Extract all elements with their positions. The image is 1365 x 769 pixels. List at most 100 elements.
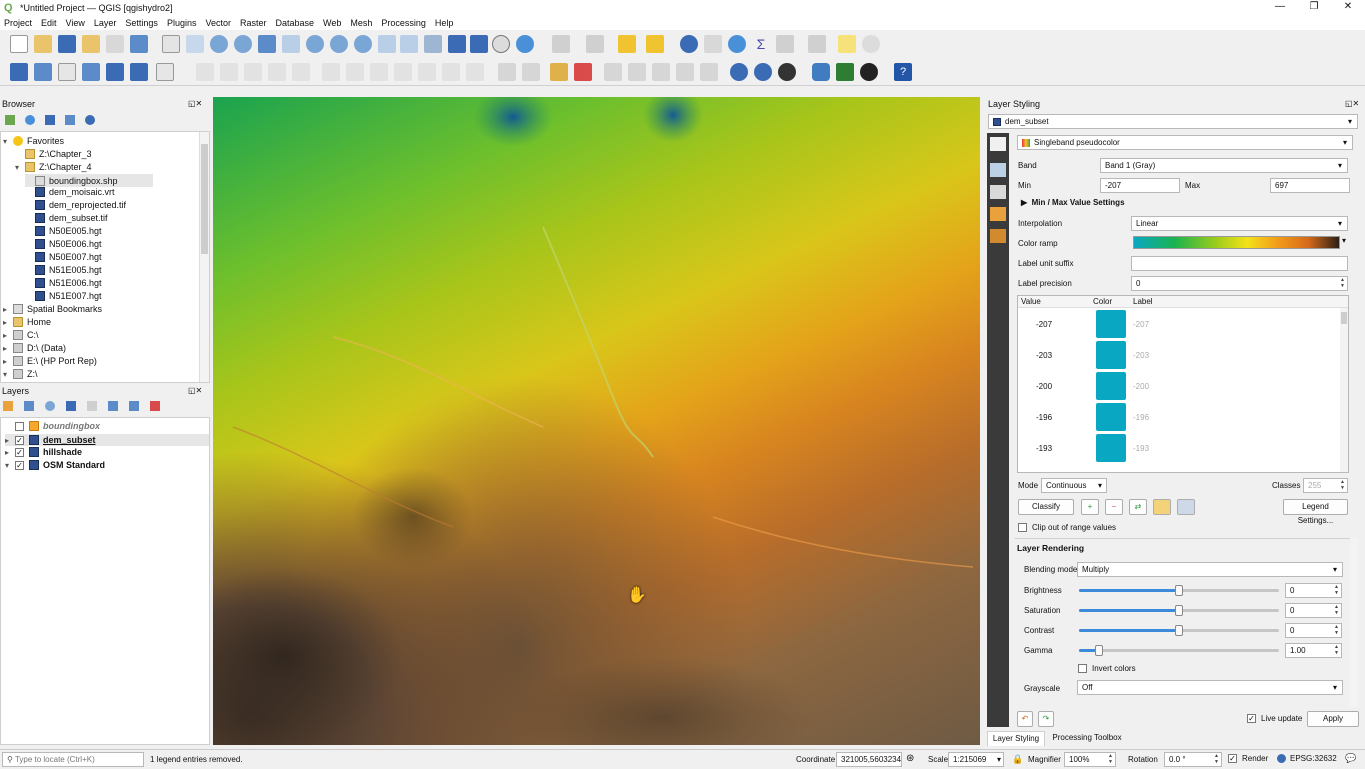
manage-themes-icon[interactable]: [45, 401, 55, 411]
new-temp-layer-icon[interactable]: [106, 63, 124, 81]
crs-button[interactable]: EPSG:32632: [1277, 754, 1337, 763]
filter-expression-icon[interactable]: [87, 401, 97, 411]
zoom-full-icon[interactable]: [258, 35, 276, 53]
add-layer-icon[interactable]: [5, 115, 15, 125]
column-header-color[interactable]: Color: [1093, 297, 1112, 306]
change-label-icon[interactable]: [652, 63, 670, 81]
tab-processing-toolbox[interactable]: Processing Toolbox: [1047, 731, 1127, 746]
measure-icon[interactable]: [808, 35, 826, 53]
vertex-tool-icon[interactable]: [292, 63, 310, 81]
label-tool-icon[interactable]: [498, 63, 516, 81]
openlayers-icon[interactable]: [860, 63, 878, 81]
save-as-icon[interactable]: [82, 35, 100, 53]
refresh-icon[interactable]: [516, 35, 534, 53]
collapse-all-icon[interactable]: [129, 401, 139, 411]
coordinate-field[interactable]: 321005,5603234: [836, 752, 902, 767]
tree-folder[interactable]: ▾ Z:\Chapter_4: [15, 162, 92, 172]
deselect-icon[interactable]: [618, 35, 636, 53]
zoom-layer-icon[interactable]: [306, 35, 324, 53]
grass-icon[interactable]: [836, 63, 854, 81]
diagram-icon[interactable]: [700, 63, 718, 81]
select-features-icon[interactable]: [586, 35, 604, 53]
max-input[interactable]: 697: [1270, 178, 1350, 193]
menu-help[interactable]: Help: [435, 18, 454, 28]
toggle-extents-icon[interactable]: ⊛: [906, 753, 914, 764]
tree-file[interactable]: N51E006.hgt: [25, 278, 102, 288]
clip-checkbox[interactable]: [1018, 523, 1027, 532]
osm-download-icon[interactable]: [778, 63, 796, 81]
reverse-colors-icon[interactable]: ⇄: [1129, 499, 1147, 515]
render-checkbox[interactable]: ✓: [1228, 754, 1237, 763]
tree-drive[interactable]: ▸ E:\ (HP Port Rep): [3, 356, 97, 366]
remove-class-icon[interactable]: −: [1105, 499, 1123, 515]
tree-file[interactable]: dem_subset.tif: [25, 213, 108, 223]
menu-vector[interactable]: Vector: [205, 18, 231, 28]
browser-scrollbar[interactable]: [199, 132, 209, 382]
zoom-last-icon[interactable]: [354, 35, 372, 53]
add-class-icon[interactable]: +: [1081, 499, 1099, 515]
min-input[interactable]: -207: [1100, 178, 1180, 193]
panel-float-close-icon[interactable]: ◱✕: [188, 99, 202, 108]
color-swatch[interactable]: [1096, 310, 1126, 338]
magnifier-spinbox[interactable]: 100%: [1064, 752, 1116, 767]
label-precision-spinbox[interactable]: 0: [1131, 276, 1348, 291]
contrast-slider[interactable]: [1079, 625, 1279, 636]
move-label-icon[interactable]: [604, 63, 622, 81]
table-row[interactable]: -203 -203: [1018, 341, 1348, 372]
label-pin-icon[interactable]: [522, 63, 540, 81]
temporal-controller-icon[interactable]: [492, 35, 510, 53]
symbology-tab-icon[interactable]: [990, 137, 1006, 151]
new-spatialite-icon[interactable]: [82, 63, 100, 81]
menu-layer[interactable]: Layer: [94, 18, 117, 28]
new-shapefile-icon[interactable]: [58, 63, 76, 81]
tree-file[interactable]: N51E005.hgt: [25, 265, 102, 275]
menu-web[interactable]: Web: [323, 18, 341, 28]
brightness-slider[interactable]: [1079, 585, 1279, 596]
remove-layer-icon[interactable]: [150, 401, 160, 411]
mode-select[interactable]: Continuous ▾: [1041, 478, 1107, 493]
menu-mesh[interactable]: Mesh: [350, 18, 372, 28]
copy-icon[interactable]: [394, 63, 412, 81]
expand-all-icon[interactable]: [108, 401, 118, 411]
saturation-slider[interactable]: [1079, 605, 1279, 616]
gamma-slider[interactable]: [1079, 645, 1279, 656]
color-ramp-button[interactable]: [1133, 236, 1340, 249]
new-map-view-icon[interactable]: [400, 35, 418, 53]
band-select[interactable]: Band 1 (Gray) ▾: [1100, 158, 1348, 173]
layer-checkbox[interactable]: ✓: [15, 435, 24, 445]
save-project-icon[interactable]: [58, 35, 76, 53]
undo-icon[interactable]: ↶: [1017, 711, 1033, 727]
new-3d-view-icon[interactable]: [424, 35, 442, 53]
undo-icon[interactable]: [442, 63, 460, 81]
menu-settings[interactable]: Settings: [125, 18, 158, 28]
cut-icon[interactable]: [370, 63, 388, 81]
filter-legend-icon[interactable]: [66, 401, 76, 411]
redo-icon[interactable]: [466, 63, 484, 81]
show-bookmarks-icon[interactable]: [470, 35, 488, 53]
style-layer-icon[interactable]: [3, 401, 13, 411]
print-layout-icon[interactable]: [106, 35, 124, 53]
histogram-tab-icon[interactable]: [990, 185, 1006, 199]
color-swatch[interactable]: [1096, 372, 1126, 400]
layer-checkbox[interactable]: [15, 421, 24, 431]
tree-file[interactable]: N50E006.hgt: [25, 239, 102, 249]
rendering-tab-icon[interactable]: [990, 207, 1006, 221]
annotation-icon[interactable]: [862, 35, 880, 53]
layer-item-osm-standard[interactable]: ▾ ✓ OSM Standard: [5, 460, 105, 470]
tree-file[interactable]: N50E007.hgt: [25, 252, 102, 262]
identify-select-icon[interactable]: [552, 35, 570, 53]
tree-file[interactable]: N50E005.hgt: [25, 226, 102, 236]
calculator-icon[interactable]: [776, 35, 794, 53]
classify-button[interactable]: Classify: [1018, 499, 1074, 515]
interpolation-select[interactable]: Linear ▾: [1131, 216, 1348, 231]
style-manager-icon[interactable]: [130, 35, 148, 53]
layer-checkbox[interactable]: ✓: [15, 447, 24, 457]
tree-favorites[interactable]: ▾ Favorites: [3, 136, 64, 146]
select-location-icon[interactable]: [646, 35, 664, 53]
new-project-icon[interactable]: [10, 35, 28, 53]
tree-file-selected[interactable]: boundingbox.shp: [25, 174, 153, 187]
zoom-out-icon[interactable]: [234, 35, 252, 53]
layer-item-dem-subset[interactable]: ▸ ✓ dem_subset: [5, 434, 209, 446]
clip-out-of-range[interactable]: Clip out of range values: [1018, 523, 1116, 532]
brightness-spinbox[interactable]: 0: [1285, 583, 1342, 598]
